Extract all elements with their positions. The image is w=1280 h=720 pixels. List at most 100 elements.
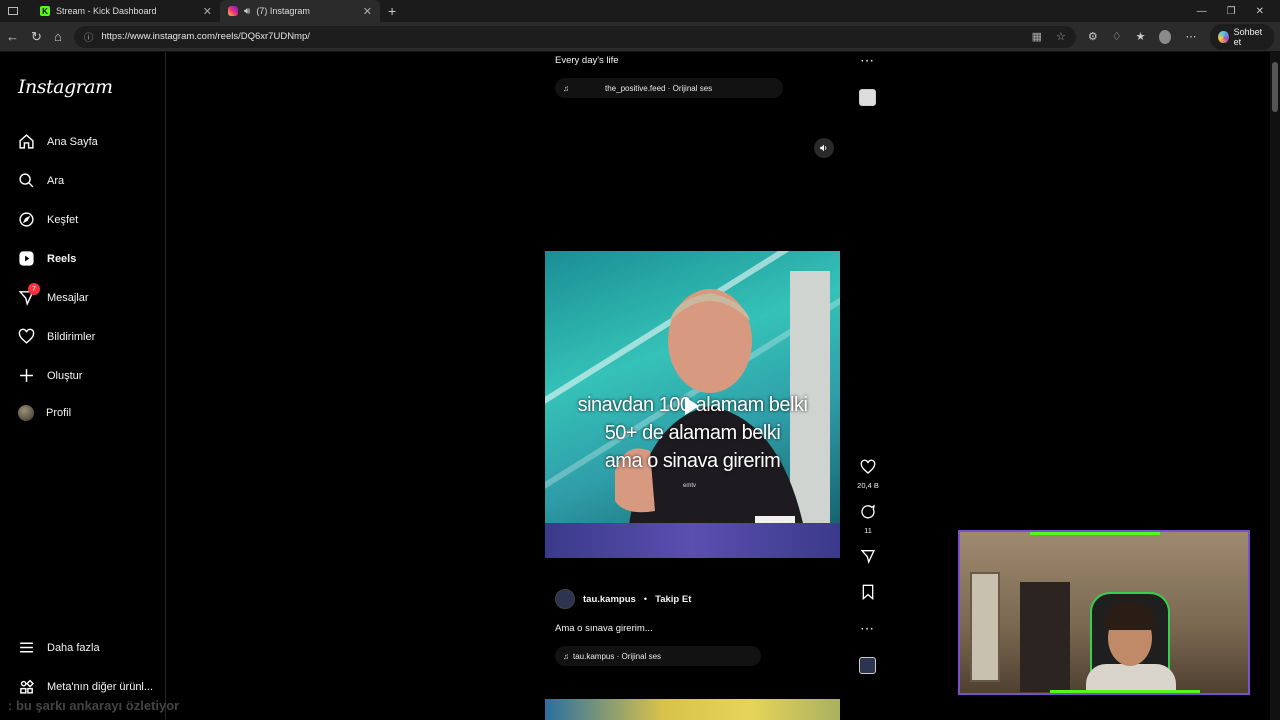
sidebar-item-home[interactable]: Ana Sayfa: [18, 133, 98, 150]
copilot-icon: [1218, 30, 1229, 43]
audio-thumbnail[interactable]: [859, 657, 876, 674]
close-icon[interactable]: ✕: [363, 5, 372, 18]
scrollbar-thumb[interactable]: [1272, 62, 1278, 112]
sidebar-item-label: Meta'nın diğer ürünl...: [47, 680, 154, 693]
share-button[interactable]: [856, 548, 880, 567]
sidebar-item-explore[interactable]: Keşfet: [18, 211, 78, 228]
more-options-icon[interactable]: ⋯: [860, 620, 874, 637]
app-available-icon[interactable]: ▦: [1032, 30, 1042, 43]
window-controls: — ❐ ✕: [1197, 6, 1280, 17]
chat-message-text: : bu şarkı ankarayı özletiyor: [8, 698, 180, 713]
notification-badge: 7: [28, 283, 40, 295]
comment-button[interactable]: 11: [856, 504, 880, 535]
speaker-icon[interactable]: 🔊︎: [244, 6, 250, 17]
more-icon[interactable]: ⋯: [1185, 30, 1196, 43]
home-icon: [19, 134, 34, 149]
copilot-button[interactable]: Sohbet et: [1210, 23, 1274, 50]
follow-button[interactable]: Takip Et: [655, 594, 691, 605]
video-overlay-text: 50+ de alamam belki: [604, 422, 781, 444]
search-icon: [19, 173, 34, 188]
meta-apps-icon: [20, 679, 35, 694]
sidebar-item-label: Ara: [47, 174, 65, 187]
tab-kick-dashboard[interactable]: K Stream - Kick Dashboard ✕: [32, 0, 220, 22]
sidebar-item-label: Keşfet: [47, 213, 79, 226]
sidebar-item-profile[interactable]: Profil: [18, 405, 71, 421]
tab-title: (7) Instagram: [256, 6, 310, 16]
audio-label: tau.kampus · Orijinal ses: [573, 651, 662, 661]
close-window-icon[interactable]: ✕: [1256, 6, 1264, 17]
site-info-icon[interactable]: ⓘ: [84, 30, 94, 44]
browser-essentials-icon[interactable]: ♢: [1112, 30, 1122, 43]
author-avatar[interactable]: [555, 589, 575, 609]
like-button[interactable]: 20,4 B: [856, 459, 880, 490]
restore-icon[interactable]: ❐: [1227, 6, 1236, 17]
sidebar-item-label: Mesajlar: [47, 291, 89, 304]
plus-icon: [20, 369, 33, 382]
reel-caption[interactable]: Ama o sınava girerim...: [555, 623, 653, 634]
audio-pill[interactable]: ♫ tau.kampus · Orijinal ses: [555, 646, 761, 666]
favorites-icon[interactable]: ★: [1136, 30, 1146, 43]
close-icon[interactable]: ✕: [203, 5, 212, 18]
volume-button[interactable]: [814, 138, 834, 158]
instagram-logo[interactable]: Instagram: [18, 76, 113, 98]
avatar: [18, 405, 34, 421]
sidebar-item-label: Oluştur: [47, 369, 83, 382]
audio-thumbnail[interactable]: [859, 89, 876, 106]
minimize-icon[interactable]: —: [1197, 6, 1207, 17]
extensions-icon[interactable]: ⚙: [1088, 30, 1098, 43]
sidebar-item-create[interactable]: Oluştur: [18, 367, 82, 384]
like-count: 20,4 B: [857, 481, 879, 490]
sidebar-item-messages[interactable]: 7 Mesajlar: [18, 283, 89, 306]
compass-icon: [19, 212, 34, 227]
url-bar[interactable]: ⓘ https://www.instagram.com/reels/DQ6xr7…: [73, 25, 1076, 48]
author-name[interactable]: tau.kampus: [583, 594, 636, 605]
stream-chat-message: : bu şarkı ankarayı özletiyor: [8, 698, 179, 713]
favorite-star-icon[interactable]: ☆: [1056, 30, 1066, 43]
new-tab-button[interactable]: +: [380, 3, 404, 19]
reel-caption: Every day's life: [555, 55, 619, 66]
reels-icon: [19, 251, 34, 266]
music-note-icon: ♫: [563, 83, 569, 93]
webcam-frame-accent: [1030, 532, 1160, 535]
webcam-door: [970, 572, 1000, 682]
sidebar-item-label: Bildirimler: [47, 330, 96, 343]
more-options-icon[interactable]: ⋯: [860, 52, 874, 69]
sidebar-item-more[interactable]: Daha fazla: [18, 639, 100, 656]
heart-icon: [860, 459, 876, 474]
profile-avatar[interactable]: [1159, 29, 1172, 44]
sidebar-item-meta-apps[interactable]: Meta'nın diğer ürünl...: [18, 678, 153, 695]
heart-icon: [18, 328, 35, 344]
tab-instagram[interactable]: 🔊︎ (7) Instagram ✕: [220, 0, 380, 22]
home-icon[interactable]: ⌂: [54, 29, 62, 44]
sidebar-item-reels[interactable]: Reels: [18, 250, 76, 267]
video-lower-band: [545, 523, 840, 558]
tab-actions-icon[interactable]: [8, 7, 18, 15]
url-text: https://www.instagram.com/reels/DQ6xr7UD…: [101, 31, 310, 42]
speaker-icon: [820, 144, 827, 152]
audio-label: the_positive.feed · Orijinal ses: [605, 83, 713, 93]
comment-icon: [861, 504, 875, 519]
back-icon[interactable]: ←: [6, 29, 19, 44]
sidebar-item-notifications[interactable]: Bildirimler: [18, 328, 95, 345]
audio-pill[interactable]: ♫ the_positive.feed · Orijinal ses: [555, 78, 783, 98]
page-scrollbar[interactable]: [1270, 52, 1280, 720]
sidebar-item-search[interactable]: Ara: [18, 172, 64, 189]
instagram-icon: [228, 6, 238, 16]
reel-video[interactable]: sinavdan 100 alamam belki 50+ de alamam …: [545, 251, 840, 558]
sidebar-item-label: Reels: [47, 252, 77, 265]
video-watermark: emtv: [683, 483, 697, 489]
webcam-person-hair: [1104, 602, 1156, 630]
comment-count: 11: [864, 526, 872, 535]
video-overlay-text: ama o sinava girerim: [604, 450, 781, 472]
kick-icon: K: [40, 6, 50, 16]
save-button[interactable]: [856, 584, 880, 603]
webcam-frame-accent: [1050, 690, 1200, 693]
address-toolbar: ← ↻ ⌂ ⓘ https://www.instagram.com/reels/…: [0, 22, 1280, 52]
play-icon[interactable]: [685, 397, 699, 415]
sidebar-item-label: Profil: [46, 407, 72, 419]
bookmark-icon: [862, 584, 874, 601]
instagram-sidebar: Instagram Ana Sayfa Ara Keşfet Reels 7 M…: [0, 52, 166, 720]
browser-tab-bar: K Stream - Kick Dashboard ✕ 🔊︎ (7) Insta…: [0, 0, 1280, 22]
reload-icon[interactable]: ↻: [31, 29, 42, 45]
next-reel-preview[interactable]: [545, 699, 840, 720]
